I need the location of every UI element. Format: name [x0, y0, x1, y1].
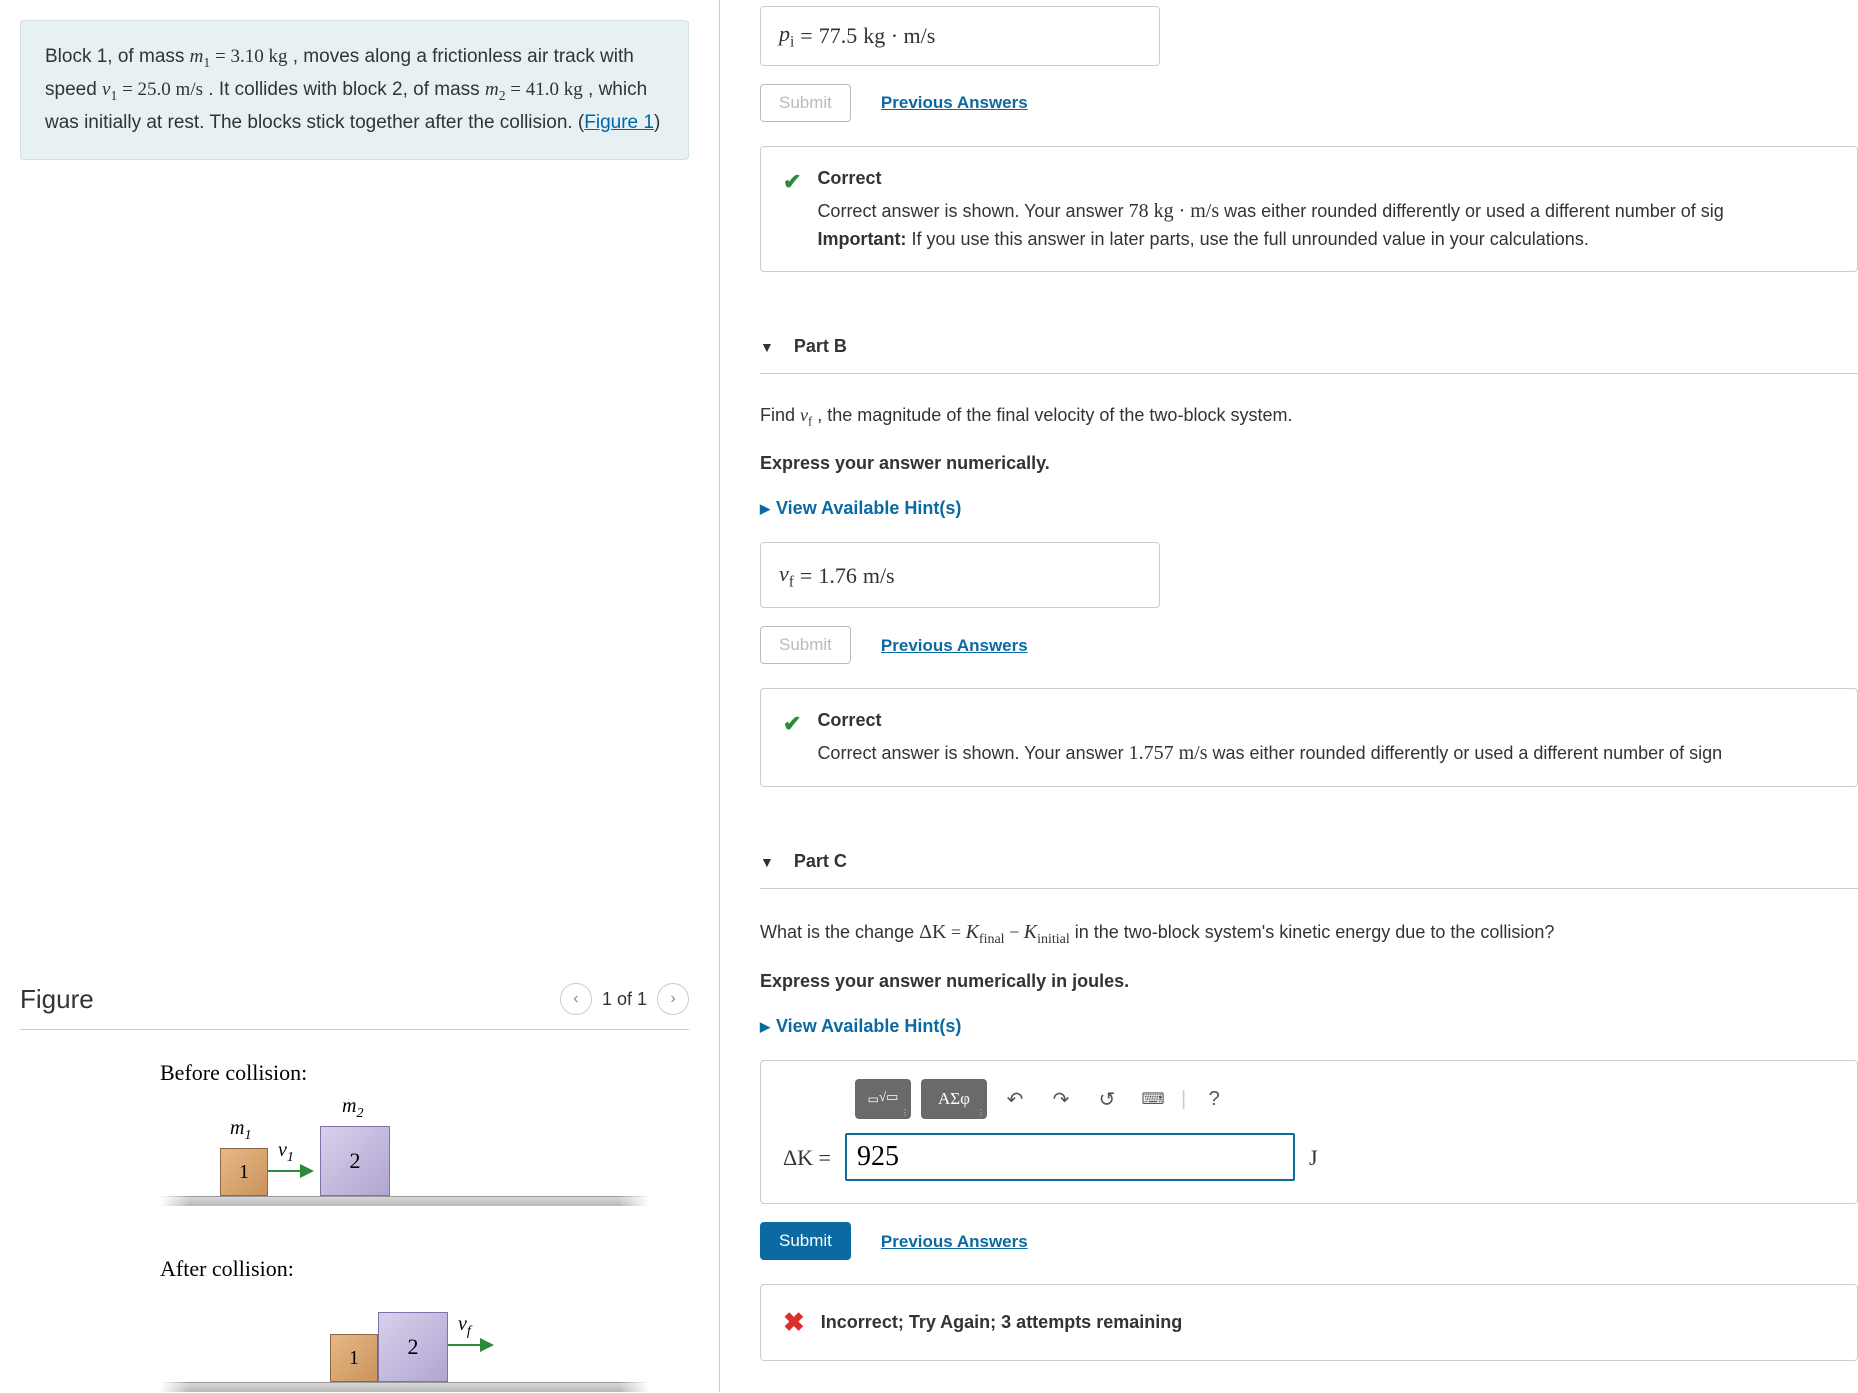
v1-arrow: [268, 1170, 312, 1172]
part-b-instruction: Express your answer numerically.: [760, 450, 1858, 477]
part-c-header[interactable]: ▼ Part C: [760, 835, 1858, 889]
part-c-feedback: ✖ Incorrect; Try Again; 3 attempts remai…: [760, 1284, 1858, 1361]
part-c-question: What is the change ΔK = Kfinal − Kinitia…: [760, 917, 1858, 950]
part-b-feedback: ✔ Correct Correct answer is shown. Your …: [760, 688, 1858, 787]
text: ): [654, 112, 660, 133]
m1-value: = 3.10: [210, 46, 268, 67]
m1-symbol: m1: [190, 46, 211, 67]
vf-arrow: [448, 1344, 492, 1346]
m2-unit: kg: [564, 79, 583, 100]
figure-link[interactable]: Figure 1: [584, 112, 654, 133]
part-b-answer-box: vf = 1.76 m/s: [760, 542, 1160, 609]
part-b-hints-toggle[interactable]: ▶ View Available Hint(s): [760, 495, 1858, 522]
undo-button[interactable]: ↶: [997, 1087, 1033, 1112]
after-collision-label: After collision:: [160, 1256, 649, 1282]
v1-unit: m/s: [176, 79, 203, 100]
part-c-previous-answers-link[interactable]: Previous Answers: [881, 1229, 1028, 1255]
caret-right-icon: ▶: [760, 499, 770, 519]
part-a-previous-answers-link[interactable]: Previous Answers: [881, 93, 1028, 113]
reset-button[interactable]: ↺: [1089, 1087, 1125, 1112]
figure-counter: 1 of 1: [602, 989, 647, 1010]
keyboard-button[interactable]: ⌨: [1135, 1089, 1171, 1109]
part-a-feedback: ✔ Correct Correct answer is shown. Your …: [760, 146, 1858, 272]
templates-button[interactable]: ▭√▭ ⋮: [855, 1079, 911, 1119]
feedback-title: Correct: [817, 165, 1723, 192]
block-1-after: 1: [330, 1334, 378, 1382]
vf-label: vf: [458, 1313, 471, 1340]
text: Block 1, of mass: [45, 46, 190, 67]
x-icon: ✖: [783, 1303, 805, 1342]
part-c-input-area: ▭√▭ ⋮ ΑΣφ⋮ ↶ ↷ ↺ ⌨ | ? ΔK = J: [760, 1060, 1858, 1204]
separator: |: [1181, 1084, 1186, 1114]
part-c-hints-toggle[interactable]: ▶ View Available Hint(s): [760, 1013, 1858, 1040]
v1-label: v1: [278, 1139, 294, 1166]
v1-value: = 25.0: [117, 79, 175, 100]
part-b-header[interactable]: ▼ Part B: [760, 320, 1858, 374]
figure-title: Figure: [20, 984, 94, 1015]
text: . It collides with block 2, of mass: [203, 79, 485, 100]
part-a-answer-box: pi = 77.5 kg · m/s: [760, 6, 1160, 66]
feedback-title: Incorrect; Try Again; 3 attempts remaini…: [821, 1309, 1182, 1336]
part-c-instruction: Express your answer numerically in joule…: [760, 968, 1858, 995]
problem-statement: Block 1, of mass m1 = 3.10 kg , moves al…: [20, 20, 689, 160]
block-1: 1: [220, 1148, 268, 1196]
part-c-submit-button[interactable]: Submit: [760, 1222, 851, 1260]
m2-symbol: m2: [485, 79, 506, 100]
help-button[interactable]: ?: [1196, 1088, 1232, 1111]
caret-down-icon: ▼: [760, 854, 774, 870]
part-c-title: Part C: [794, 851, 847, 872]
redo-button[interactable]: ↷: [1043, 1087, 1079, 1112]
part-b-submit-button: Submit: [760, 626, 851, 664]
feedback-title: Correct: [817, 707, 1722, 734]
unit-label: J: [1309, 1141, 1318, 1174]
check-icon: ✔: [783, 707, 801, 768]
part-b-question: Find vf , the magnitude of the final vel…: [760, 402, 1858, 431]
figure-diagram: Before collision: 1 2 m1 m2 v1 After col…: [20, 1060, 689, 1392]
figure-prev-button[interactable]: ‹: [560, 983, 592, 1015]
figure-next-button[interactable]: ›: [657, 983, 689, 1015]
symbols-button[interactable]: ΑΣφ⋮: [921, 1079, 987, 1119]
part-c-answer-input[interactable]: [845, 1133, 1295, 1181]
part-b-title: Part B: [794, 336, 847, 357]
v1-symbol: v1: [102, 79, 117, 100]
check-icon: ✔: [783, 165, 801, 253]
block-2-after: 2: [378, 1312, 448, 1382]
m1-label: m1: [230, 1117, 251, 1144]
part-b-previous-answers-link[interactable]: Previous Answers: [881, 633, 1028, 659]
caret-down-icon: ▼: [760, 339, 774, 355]
caret-right-icon: ▶: [760, 1017, 770, 1037]
part-a-submit-button: Submit: [760, 84, 851, 122]
m1-unit: kg: [268, 46, 287, 67]
m2-label: m2: [342, 1095, 363, 1122]
delta-k-label: ΔK =: [783, 1141, 831, 1174]
m2-value: = 41.0: [506, 79, 564, 100]
before-collision-label: Before collision:: [160, 1060, 649, 1086]
block-2: 2: [320, 1126, 390, 1196]
